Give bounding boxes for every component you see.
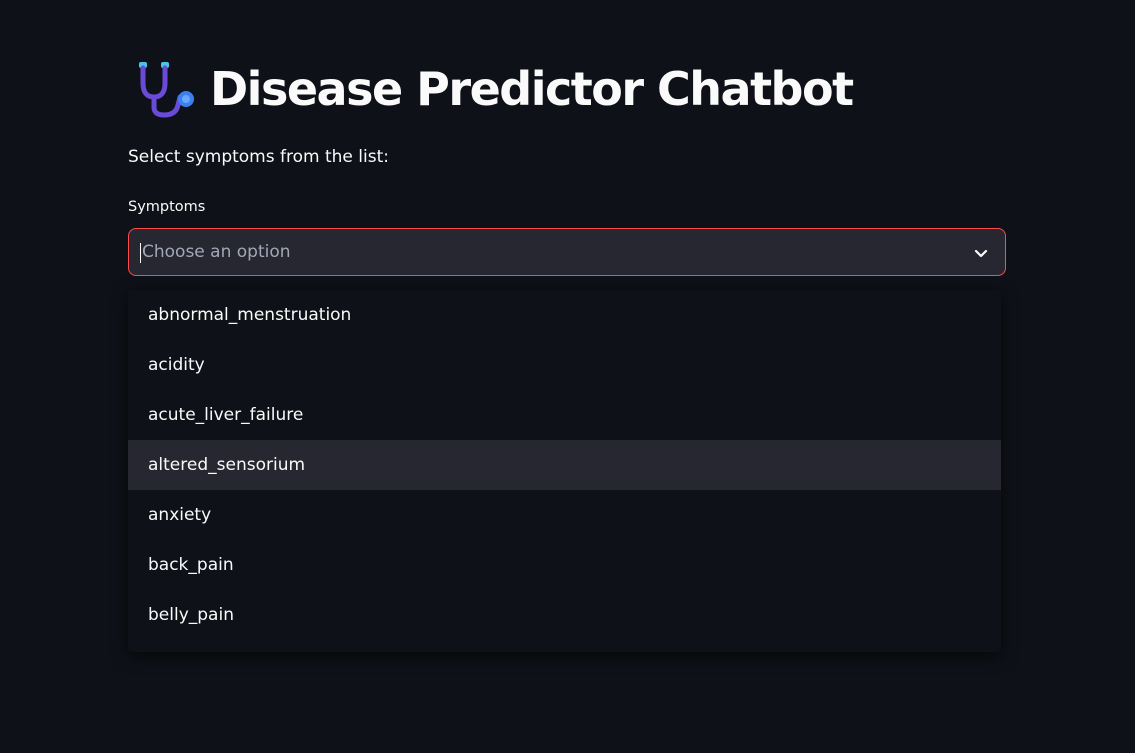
stethoscope-icon <box>139 62 194 118</box>
app-page: Disease Predictor Chatbot Select symptom… <box>0 0 1135 753</box>
text-caret <box>140 243 141 263</box>
option-belly-pain[interactable]: belly_pain <box>128 590 1001 640</box>
option-anxiety[interactable]: anxiety <box>128 490 1001 540</box>
instructions-text: Select symptoms from the list: <box>128 147 389 167</box>
option-abnormal-menstruation[interactable]: abnormal_menstruation <box>128 290 1001 340</box>
option-acidity[interactable]: acidity <box>128 340 1001 390</box>
chevron-down-icon[interactable] <box>973 245 989 261</box>
page-header: Disease Predictor Chatbot <box>134 54 854 124</box>
symptoms-placeholder: Choose an option <box>142 242 291 262</box>
symptoms-label: Symptoms <box>128 199 206 215</box>
option-altered-sensorium[interactable]: altered_sensorium <box>128 440 1001 490</box>
symptoms-multiselect[interactable]: Choose an option <box>128 228 1006 276</box>
symptoms-dropdown-list: abnormal_menstruation acidity acute_live… <box>128 290 1001 652</box>
option-acute-liver-failure[interactable]: acute_liver_failure <box>128 390 1001 440</box>
page-title: Disease Predictor Chatbot <box>210 62 854 116</box>
option-back-pain[interactable]: back_pain <box>128 540 1001 590</box>
